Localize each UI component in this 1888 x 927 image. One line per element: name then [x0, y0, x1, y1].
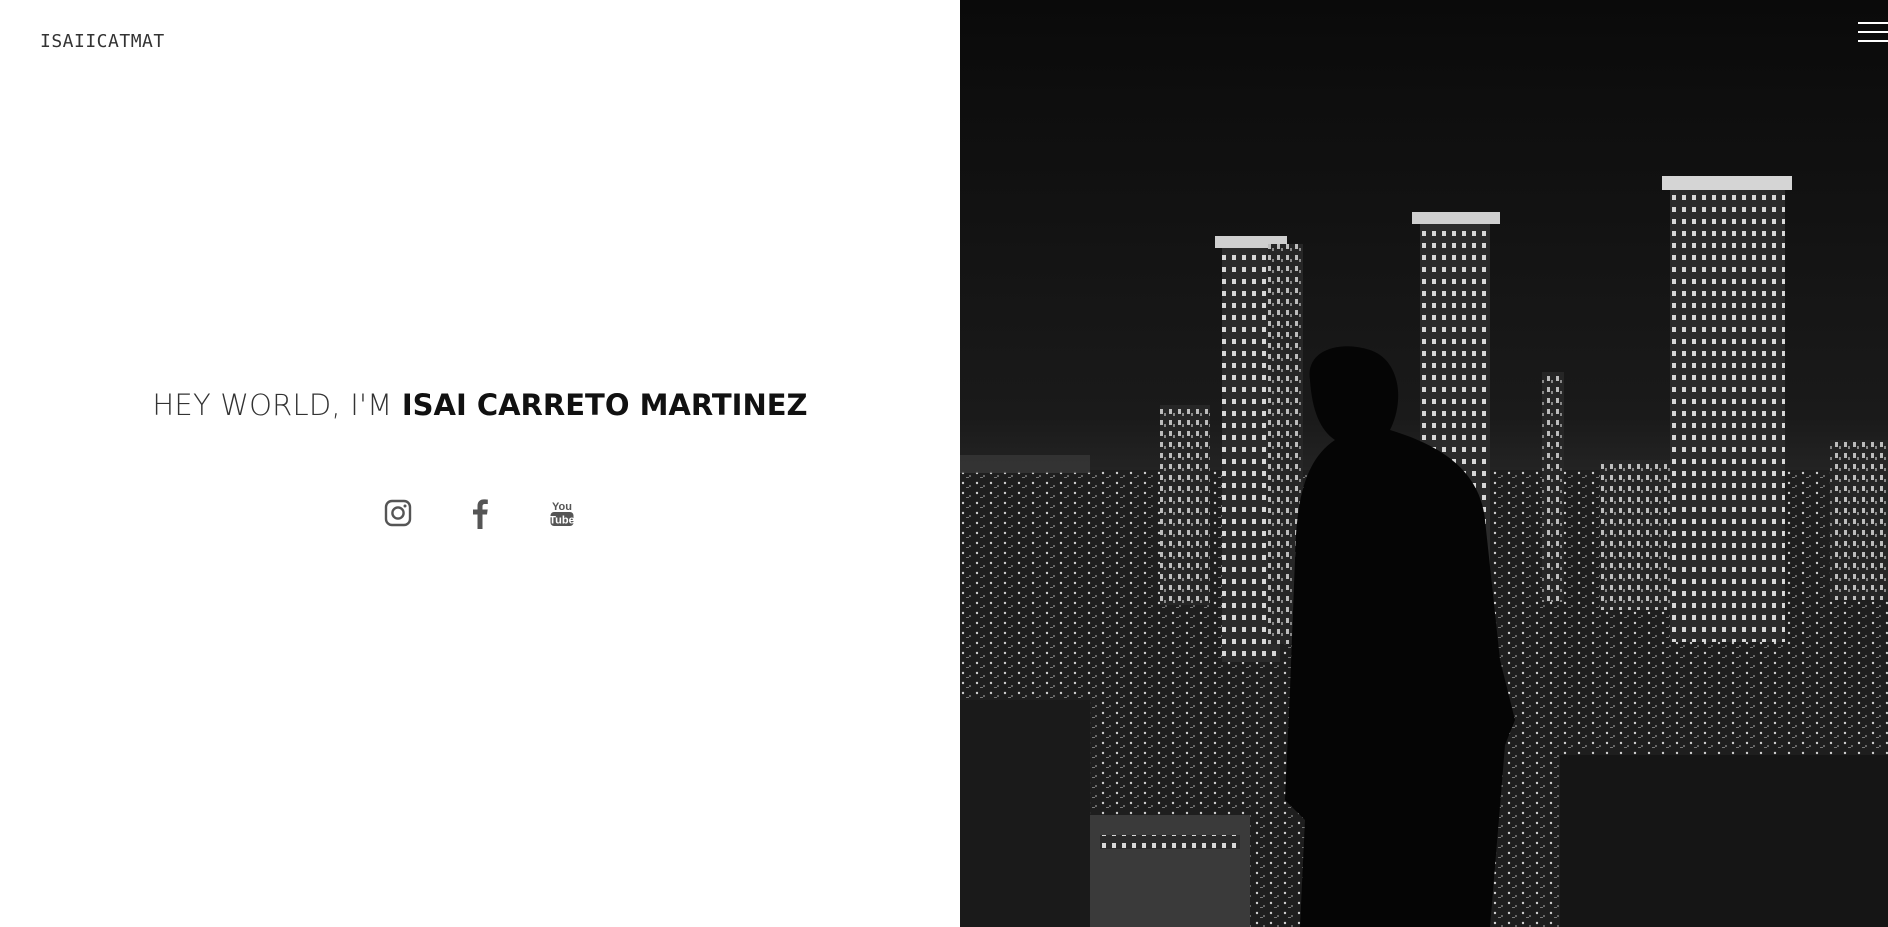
hero-name: ISAI CARRETO MARTINEZ [401, 388, 808, 422]
brand-logo-link[interactable]: ISAIICATMAT [40, 31, 165, 52]
hero-photo [960, 0, 1888, 927]
hero-greeting: HEY WORLD, I'M [152, 388, 402, 422]
facebook-icon [473, 499, 488, 529]
youtube-link[interactable]: You Tube [545, 495, 579, 531]
menu-bar [1858, 40, 1888, 42]
hamburger-menu-icon[interactable] [1858, 22, 1888, 46]
menu-bar [1858, 22, 1888, 24]
youtube-logo-tube: Tube [549, 515, 574, 527]
city-night-photo [960, 0, 1888, 927]
youtube-icon: You Tube [549, 501, 574, 527]
menu-bar [1858, 31, 1888, 33]
instagram-icon [384, 499, 412, 527]
page: ISAIICATMAT HEY WORLD, I'M ISAI CARRETO … [0, 0, 1888, 927]
instagram-link[interactable] [381, 495, 415, 531]
youtube-logo-you: You [552, 501, 572, 513]
intro-panel: ISAIICATMAT HEY WORLD, I'M ISAI CARRETO … [0, 0, 960, 927]
hero-heading: HEY WORLD, I'M ISAI CARRETO MARTINEZ [0, 388, 960, 422]
facebook-link[interactable] [463, 495, 497, 531]
social-links: You Tube [0, 495, 960, 531]
